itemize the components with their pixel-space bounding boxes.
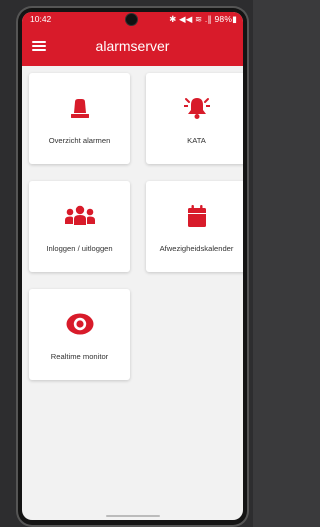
tile-label: Afwezigheidskalender [159,244,234,253]
tile-realtime-monitor[interactable]: Realtime monitor [29,289,130,380]
tile-label: Overzicht alarmen [48,136,111,145]
tile-afwezigheidskalender[interactable]: Afwezigheidskalender [146,181,243,272]
ringing-bell-icon [146,95,243,121]
tile-kata[interactable]: KATA [146,73,243,164]
tile-label: Realtime monitor [50,352,109,361]
group-users-icon [29,203,130,229]
siren-light-icon [29,95,130,121]
calendar-icon [146,203,243,229]
eye-icon [29,311,130,337]
tile-label: Inloggen / uitloggen [46,244,113,253]
status-time: 10:42 [30,14,52,24]
gesture-home-bar[interactable] [106,515,160,517]
tile-inloggen-uitloggen[interactable]: Inloggen / uitloggen [29,181,130,272]
status-icons: ✱ ◀◀ ≋ .∥ 98%▮ [169,14,237,24]
front-camera [126,14,137,25]
tile-overzicht-alarmen[interactable]: Overzicht alarmen [29,73,130,164]
app-screen: 10:42 ✱ ◀◀ ≋ .∥ 98%▮ alarmserver Overzic… [22,12,243,520]
tile-label: KATA [187,136,206,145]
app-bar: alarmserver [22,26,243,66]
app-title: alarmserver [95,38,170,54]
